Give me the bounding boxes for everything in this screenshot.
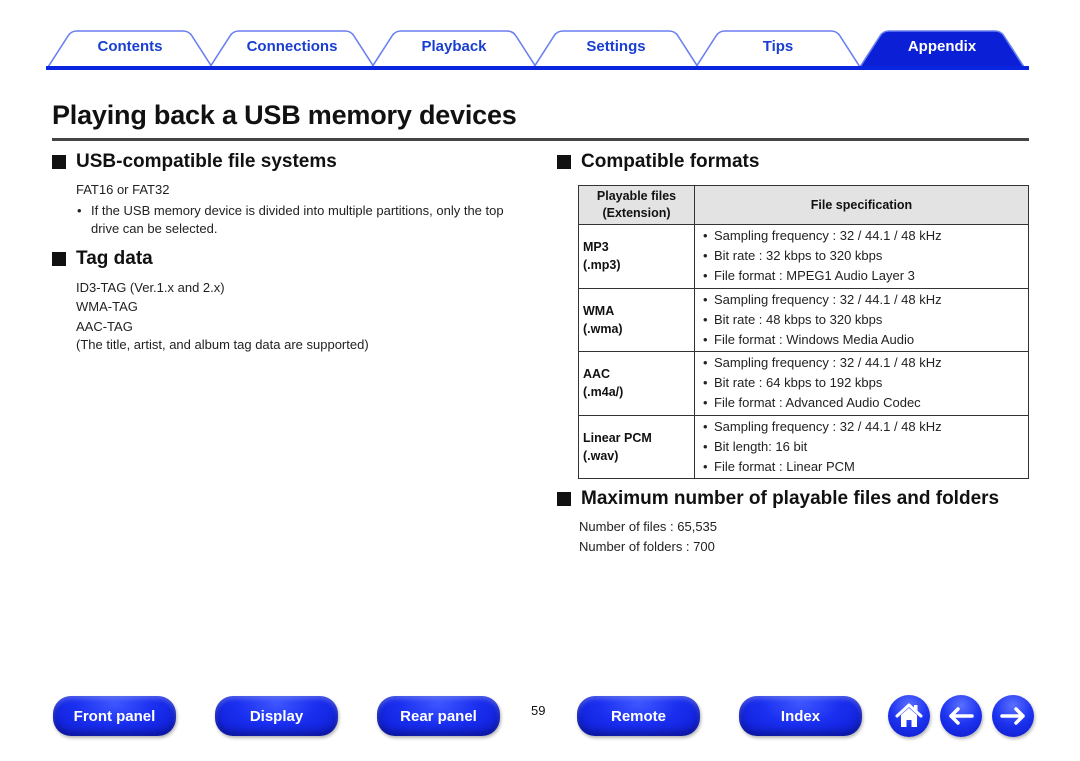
max-files-count: Number of files : 65,535 xyxy=(579,519,718,534)
heading-text: Tag data xyxy=(76,248,153,269)
format-name: AAC xyxy=(583,367,611,382)
format-name: Linear PCM xyxy=(583,430,652,445)
format-name: MP3 xyxy=(583,240,609,255)
heading-text: USB-compatible file systems xyxy=(76,151,337,172)
format-spec-cell: Sampling frequency : 32 / 44.1 / 48 kHz … xyxy=(694,351,1029,416)
home-button[interactable] xyxy=(888,695,930,737)
max-folders-count: Number of folders : 700 xyxy=(579,539,715,554)
section-heading-formats: Compatible formats xyxy=(557,151,759,173)
display-button[interactable]: Display xyxy=(215,696,338,736)
arrow-right-icon xyxy=(1000,707,1025,725)
section-heading-file-systems: USB-compatible file systems xyxy=(52,151,337,173)
page-number: 59 xyxy=(531,703,546,718)
section-heading-max-files: Maximum number of playable files and fol… xyxy=(557,488,999,510)
spec-line: Sampling frequency : 32 / 44.1 / 48 kHz xyxy=(703,226,1022,246)
tab-connections[interactable]: Connections xyxy=(208,30,376,67)
square-bullet-icon xyxy=(52,252,66,266)
format-name-cell: Linear PCM (.wav) xyxy=(578,414,695,479)
table-row: Linear PCM (.wav) Sampling frequency : 3… xyxy=(578,414,1029,479)
header-line: (Extension) xyxy=(602,206,671,220)
spec-line: Bit rate : 48 kbps to 320 kbps xyxy=(703,310,1022,330)
tab-appendix[interactable]: Appendix xyxy=(858,30,1026,67)
tab-settings[interactable]: Settings xyxy=(532,30,700,67)
header-playable-files: Playable files (Extension) xyxy=(578,185,695,225)
header-line: Playable files xyxy=(596,189,677,203)
back-button[interactable] xyxy=(940,695,982,737)
format-ext: (.wav) xyxy=(583,448,619,463)
spec-line: Sampling frequency : 32 / 44.1 / 48 kHz xyxy=(703,417,1022,437)
format-ext: (.wma) xyxy=(583,321,623,336)
table-header-row: Playable files (Extension) File specific… xyxy=(578,185,1029,225)
format-spec-cell: Sampling frequency : 32 / 44.1 / 48 kHz … xyxy=(694,414,1029,479)
tab-label: Connections xyxy=(246,38,338,55)
top-tab-bar: Contents Connections Playback Settings T… xyxy=(46,30,1029,70)
format-name-cell: MP3 (.mp3) xyxy=(578,224,695,289)
square-bullet-icon xyxy=(557,492,571,506)
spec-line: Bit length: 16 bit xyxy=(703,437,1022,457)
tab-playback[interactable]: Playback xyxy=(370,30,538,67)
tab-label: Settings xyxy=(586,38,646,55)
table-row: WMA (.wma) Sampling frequency : 32 / 44.… xyxy=(578,287,1029,352)
format-spec-cell: Sampling frequency : 32 / 44.1 / 48 kHz … xyxy=(694,287,1029,352)
format-ext: (.mp3) xyxy=(583,258,621,273)
square-bullet-icon xyxy=(52,155,66,169)
page-title: Playing back a USB memory devices xyxy=(52,100,517,130)
rear-panel-button[interactable]: Rear panel xyxy=(377,696,500,736)
format-name: WMA xyxy=(583,303,615,318)
file-systems-note: If the USB memory device is divided into… xyxy=(77,202,517,238)
spec-line: Sampling frequency : 32 / 44.1 / 48 kHz xyxy=(703,353,1022,373)
spec-line: Bit rate : 64 kbps to 192 kbps xyxy=(703,373,1022,393)
table-row: AAC (.m4a/) Sampling frequency : 32 / 44… xyxy=(578,351,1029,416)
title-divider xyxy=(52,138,1029,141)
format-ext: (.m4a/) xyxy=(583,385,624,400)
section-heading-tag-data: Tag data xyxy=(52,248,153,270)
tab-label: Appendix xyxy=(907,38,977,55)
tag-line: AAC-TAG xyxy=(76,319,133,334)
tab-contents[interactable]: Contents xyxy=(46,30,214,67)
file-systems-text: FAT16 or FAT32 xyxy=(76,182,170,197)
spec-line: File format : Windows Media Audio xyxy=(703,330,1022,350)
square-bullet-icon xyxy=(557,155,571,169)
spec-line: Sampling frequency : 32 / 44.1 / 48 kHz xyxy=(703,290,1022,310)
tab-label: Tips xyxy=(762,38,794,55)
front-panel-button[interactable]: Front panel xyxy=(53,696,176,736)
formats-table: Playable files (Extension) File specific… xyxy=(578,185,1029,479)
tag-line: WMA-TAG xyxy=(76,299,138,314)
heading-text: Compatible formats xyxy=(581,151,760,172)
tab-label: Contents xyxy=(97,38,163,55)
format-name-cell: AAC (.m4a/) xyxy=(578,351,695,416)
tag-line: (The title, artist, and album tag data a… xyxy=(76,337,369,352)
index-button[interactable]: Index xyxy=(739,696,862,736)
spec-line: Bit rate : 32 kbps to 320 kbps xyxy=(703,246,1022,266)
table-row: MP3 (.mp3) Sampling frequency : 32 / 44.… xyxy=(578,224,1029,289)
spec-line: File format : Linear PCM xyxy=(703,457,1022,477)
tab-tips[interactable]: Tips xyxy=(694,30,862,67)
arrow-left-icon xyxy=(949,707,974,725)
format-name-cell: WMA (.wma) xyxy=(578,287,695,352)
home-icon xyxy=(895,703,923,727)
tab-underline xyxy=(46,66,1029,70)
format-spec-cell: Sampling frequency : 32 / 44.1 / 48 kHz … xyxy=(694,224,1029,289)
remote-button[interactable]: Remote xyxy=(577,696,700,736)
spec-line: File format : Advanced Audio Codec xyxy=(703,393,1022,413)
heading-text: Maximum number of playable files and fol… xyxy=(581,488,1000,509)
header-file-spec: File specification xyxy=(694,185,1029,225)
tab-label: Playback xyxy=(421,38,487,55)
forward-button[interactable] xyxy=(992,695,1034,737)
tag-line: ID3-TAG (Ver.1.x and 2.x) xyxy=(76,280,225,295)
spec-line: File format : MPEG1 Audio Layer 3 xyxy=(703,266,1022,286)
